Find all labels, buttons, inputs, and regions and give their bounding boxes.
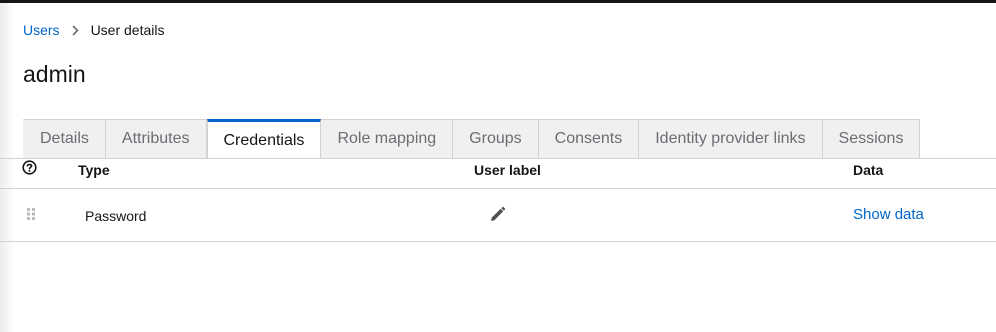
- chevron-right-icon: [71, 24, 79, 36]
- top-bar: [0, 0, 996, 3]
- table-header-row: Type User label Data: [0, 159, 996, 189]
- credential-type: Password: [85, 208, 147, 224]
- question-circle-icon[interactable]: [22, 160, 37, 175]
- tab-identity-provider-links[interactable]: Identity provider links: [639, 119, 823, 158]
- tab-consents[interactable]: Consents: [538, 119, 640, 158]
- column-header-data[interactable]: Data: [853, 162, 883, 178]
- tab-groups[interactable]: Groups: [453, 119, 539, 158]
- tab-sessions[interactable]: Sessions: [822, 119, 921, 158]
- pencil-icon[interactable]: [489, 206, 506, 223]
- table-row: Password Show data: [0, 189, 996, 242]
- show-data-link[interactable]: Show data: [853, 206, 924, 223]
- page-title: admin: [23, 61, 86, 87]
- breadcrumb-users-link[interactable]: Users: [23, 22, 60, 38]
- breadcrumb-current: User details: [90, 22, 165, 38]
- column-header-user-label[interactable]: User label: [474, 162, 541, 178]
- grip-vertical-icon[interactable]: [26, 207, 36, 221]
- column-header-type[interactable]: Type: [78, 162, 110, 178]
- tab-bar: Details Attributes Credentials Role mapp…: [23, 119, 921, 159]
- tab-credentials[interactable]: Credentials: [206, 119, 322, 159]
- tab-details[interactable]: Details: [23, 119, 106, 158]
- tab-role-mapping[interactable]: Role mapping: [321, 119, 454, 158]
- breadcrumb: Users User details: [23, 22, 164, 38]
- tab-attributes[interactable]: Attributes: [105, 119, 207, 158]
